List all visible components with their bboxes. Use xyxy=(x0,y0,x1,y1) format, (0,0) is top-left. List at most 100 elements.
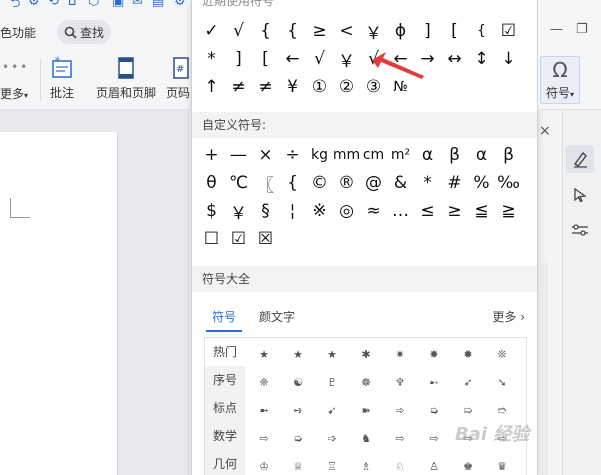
custom-symbol[interactable]: × xyxy=(252,141,279,169)
symbol-cell[interactable]: ⇨ xyxy=(383,424,417,452)
custom-symbol[interactable]: θ xyxy=(198,169,225,197)
recent-symbol[interactable]: ↑ xyxy=(198,73,225,101)
search-button[interactable]: 查找 xyxy=(57,20,111,44)
recent-symbol[interactable]: ② xyxy=(333,73,360,101)
tab-kaomoji[interactable]: 颜文字 xyxy=(259,308,295,325)
more-dots-icon[interactable]: ••• xyxy=(2,60,29,74)
custom-symbol[interactable]: { xyxy=(279,169,306,197)
more-symbols-link[interactable]: 更多 › xyxy=(492,308,525,325)
recent-symbol[interactable]: ≠ xyxy=(225,73,252,101)
recent-symbol[interactable]: ↕ xyxy=(468,45,495,73)
custom-symbol[interactable]: $ xyxy=(198,197,225,225)
symbol-cell[interactable]: ♕ xyxy=(281,452,315,475)
select-tool-button[interactable] xyxy=(566,181,594,209)
symbol-cell[interactable]: ♛ xyxy=(485,452,519,475)
symbol-cell[interactable]: ➹ xyxy=(315,396,349,424)
symbol-cell[interactable]: ➺ xyxy=(281,396,315,424)
category-popular[interactable]: 热门 xyxy=(205,338,245,366)
custom-symbol[interactable]: ℃ xyxy=(225,169,252,197)
symbol-cell[interactable]: ➭ xyxy=(281,424,315,452)
adjust-settings-button[interactable] xyxy=(566,216,594,244)
custom-symbol[interactable]: ≦ xyxy=(468,197,495,225)
recent-symbol[interactable]: ≥ xyxy=(306,17,333,45)
symbol-cell[interactable]: ➭ xyxy=(417,396,451,424)
custom-symbol[interactable]: % xyxy=(468,169,495,197)
qa-icon-7[interactable]: ✉ xyxy=(132,0,143,9)
minimize-ribbon-icon[interactable]: — xyxy=(550,22,563,37)
symbol-cell[interactable]: ➽ xyxy=(349,396,383,424)
custom-symbol[interactable]: ￥ xyxy=(225,197,252,225)
symbol-cell[interactable]: ➶ xyxy=(451,368,485,396)
custom-symbol[interactable]: ¦ xyxy=(279,197,306,225)
symbol-cell[interactable]: ⇨ xyxy=(247,424,281,452)
custom-symbol[interactable]: ≈ xyxy=(360,197,387,225)
close-icon[interactable]: × xyxy=(539,123,551,139)
custom-symbol[interactable]: α xyxy=(414,141,441,169)
custom-symbol[interactable]: ‰ xyxy=(495,169,522,197)
recent-symbol[interactable]: < xyxy=(333,17,360,45)
recent-symbol[interactable]: ≠ xyxy=(252,73,279,101)
recent-symbol[interactable]: √ xyxy=(306,45,333,73)
custom-symbol[interactable]: ≤ xyxy=(414,197,441,225)
symbol-cell[interactable]: ➘ xyxy=(485,368,519,396)
recent-symbol[interactable]: { xyxy=(468,17,495,45)
recent-symbol[interactable]: { xyxy=(279,17,306,45)
settings-gear-icon[interactable]: ⚙ xyxy=(174,0,186,9)
custom-symbol[interactable]: kg xyxy=(306,141,333,169)
recent-symbol[interactable]: * xyxy=(198,45,225,73)
symbol-cell[interactable]: ♗ xyxy=(349,452,383,475)
custom-symbol[interactable]: ≥ xyxy=(441,197,468,225)
qa-icon-4[interactable]: ⌂ xyxy=(68,0,76,9)
custom-symbol[interactable]: # xyxy=(441,169,468,197)
symbol-cell[interactable]: ♙ xyxy=(417,452,451,475)
symbol-cell[interactable]: ❈ xyxy=(247,368,281,396)
recent-symbol[interactable]: ☑ xyxy=(495,17,522,45)
document-page[interactable] xyxy=(0,132,118,475)
custom-symbol[interactable]: m² xyxy=(387,141,414,169)
custom-symbol[interactable]: — xyxy=(225,141,252,169)
qa-icon-3[interactable]: ⟲ xyxy=(48,0,59,9)
recent-symbol[interactable]: ← xyxy=(279,45,306,73)
symbol-cell[interactable]: ★ xyxy=(247,340,281,368)
page-number-button[interactable]: # 页码 xyxy=(166,56,190,101)
comment-button[interactable]: ✳ 批注 xyxy=(50,56,74,101)
custom-symbol[interactable]: + xyxy=(198,141,225,169)
symbol-cell[interactable]: ➼ xyxy=(247,396,281,424)
custom-symbol[interactable]: ☐ xyxy=(198,225,225,253)
symbol-cell[interactable]: ♆ xyxy=(383,368,417,396)
custom-symbol[interactable]: ☑ xyxy=(225,225,252,253)
recent-symbol[interactable]: ] xyxy=(414,17,441,45)
symbol-cell[interactable]: ☸ xyxy=(349,368,383,396)
custom-symbol[interactable]: ÷ xyxy=(279,141,306,169)
symbol-cell[interactable]: ★ xyxy=(315,340,349,368)
custom-symbol[interactable]: * xyxy=(414,169,441,197)
custom-symbol[interactable]: ≧ xyxy=(495,197,522,225)
symbol-cell[interactable]: ➾ xyxy=(383,396,417,424)
category-geometry[interactable]: 几何 xyxy=(205,450,245,475)
symbol-cell[interactable]: ☯ xyxy=(281,368,315,396)
custom-symbol[interactable]: & xyxy=(387,169,414,197)
custom-symbol[interactable]: ◎ xyxy=(333,197,360,225)
custom-symbol[interactable]: β xyxy=(495,141,522,169)
category-punctuation[interactable]: 标点 xyxy=(205,394,245,422)
symbol-cell[interactable]: ★ xyxy=(281,340,315,368)
recent-symbol[interactable]: ￥ xyxy=(333,45,360,73)
pen-tool-button[interactable] xyxy=(566,145,594,173)
symbol-cell[interactable]: ➸ xyxy=(417,368,451,396)
qa-icon-1[interactable]: ⮌ xyxy=(10,0,20,10)
custom-symbol[interactable]: ® xyxy=(333,169,360,197)
restore-icon[interactable]: ❐ xyxy=(576,22,588,37)
header-footer-button[interactable]: 页眉和页脚 xyxy=(96,56,156,101)
qa-icon-8[interactable]: ▤ xyxy=(152,0,164,9)
symbol-cell[interactable]: ♘ xyxy=(383,452,417,475)
custom-symbol[interactable]: β xyxy=(441,141,468,169)
recent-symbol[interactable]: ϕ xyxy=(387,17,414,45)
recent-symbol[interactable]: ↔ xyxy=(441,45,468,73)
symbol-cell[interactable]: ✸ xyxy=(417,340,451,368)
recent-symbol[interactable]: { xyxy=(252,17,279,45)
qa-icon-5[interactable]: ⬡ xyxy=(88,0,99,9)
symbol-cell[interactable]: ♔ xyxy=(247,452,281,475)
symbol-cell[interactable]: ♖ xyxy=(315,452,349,475)
category-numbering[interactable]: 序号 xyxy=(205,366,245,394)
recent-symbol[interactable]: √ xyxy=(225,17,252,45)
